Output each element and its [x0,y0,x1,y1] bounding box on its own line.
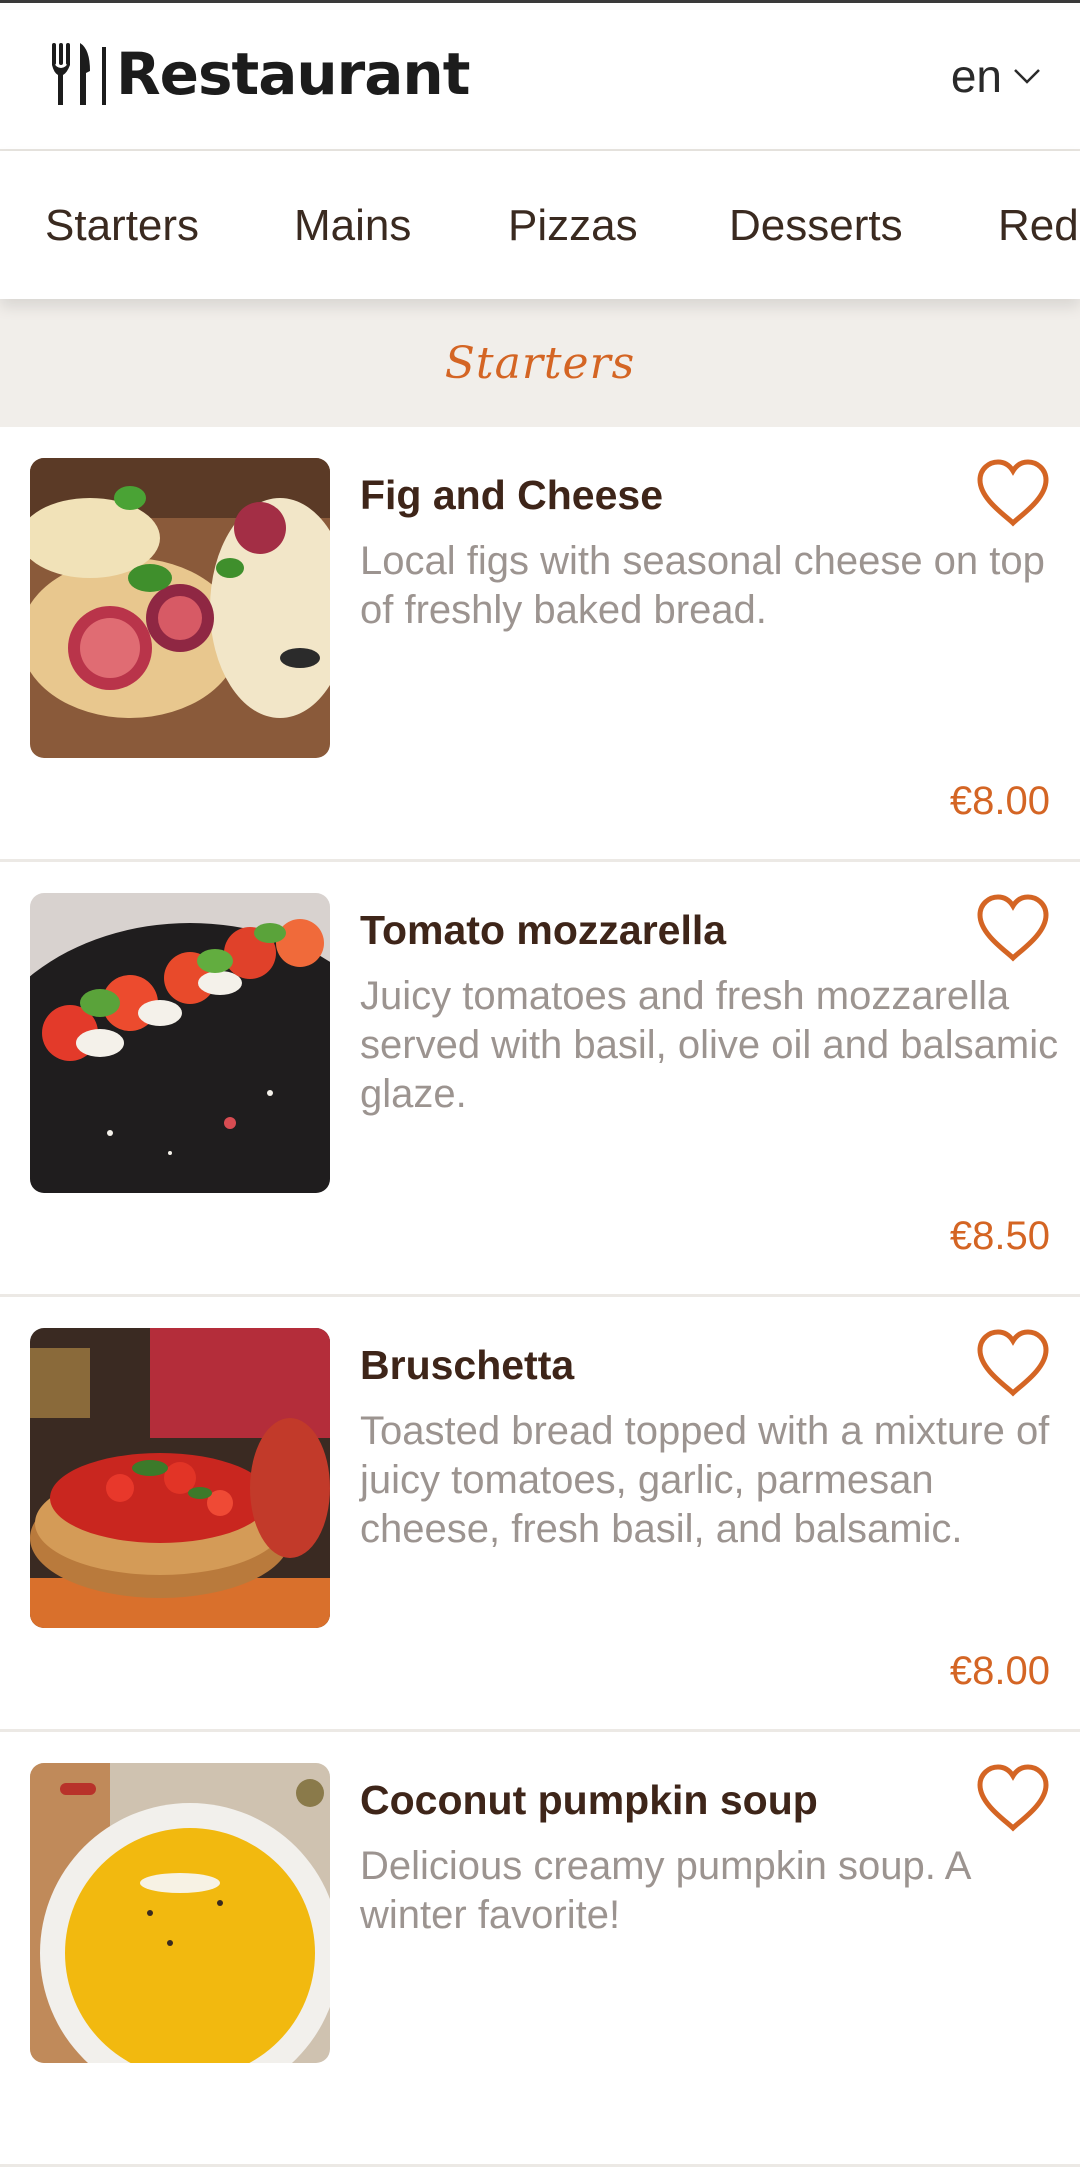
tomato-mozzarella-illustration [30,893,330,1193]
dish-price: €8.00 [949,779,1050,823]
favorite-button[interactable] [976,1329,1050,1397]
favorite-button[interactable] [976,894,1050,962]
tab-red[interactable]: Red [998,151,1079,299]
dish-photo[interactable] [30,1763,330,2063]
category-nav: Starters Mains Pizzas Desserts Red [0,151,1080,299]
app-header: Restaurant en [0,3,1080,151]
brand-name: Restaurant [116,40,470,108]
menu-list: Fig and Cheese Local figs with seasonal … [0,427,1080,2167]
fig-cheese-illustration [30,458,330,758]
dish-name: Fig and Cheese [360,472,664,518]
menu-item[interactable]: Tomato mozzarella Juicy tomatoes and fre… [0,862,1080,1297]
fork-knife-icon [52,43,106,105]
heart-icon [977,894,1049,962]
dish-name: Tomato mozzarella [360,907,727,953]
section-title: Starters [444,337,636,389]
menu-item[interactable]: Bruschetta Toasted bread topped with a m… [0,1297,1080,1732]
dish-name: Bruschetta [360,1342,575,1388]
dish-description: Local figs with seasonal cheese on top o… [360,539,1045,632]
pumpkin-soup-illustration [30,1763,330,2063]
section-header: Starters [0,299,1080,427]
dish-description: Toasted bread topped with a mixture of j… [360,1409,1050,1551]
dish-photo[interactable] [30,458,330,758]
menu-item[interactable]: Fig and Cheese Local figs with seasonal … [0,427,1080,862]
favorite-button[interactable] [976,1764,1050,1832]
language-selector[interactable]: en [951,43,1042,109]
dish-name: Coconut pumpkin soup [360,1777,818,1823]
tab-pizzas[interactable]: Pizzas [508,151,638,299]
chevron-down-icon [1014,69,1040,84]
dish-description: Delicious creamy pumpkin soup. A winter … [360,1844,970,1937]
dish-photo[interactable] [30,893,330,1193]
heart-icon [977,1329,1049,1397]
menu-item[interactable]: Coconut pumpkin soup Delicious creamy pu… [0,1732,1080,2167]
bruschetta-illustration [30,1328,330,1628]
tab-starters[interactable]: Starters [45,151,199,299]
favorite-button[interactable] [976,459,1050,527]
heart-icon [977,1764,1049,1832]
dish-description: Juicy tomatoes and fresh mozzarella serv… [360,974,1059,1116]
brand-logo[interactable]: Restaurant [50,40,470,108]
dish-price: €8.00 [949,1649,1050,1693]
dish-price: €8.50 [949,1214,1050,1258]
dish-photo[interactable] [30,1328,330,1628]
tab-desserts[interactable]: Desserts [729,151,903,299]
language-label: en [950,50,1002,102]
tab-mains[interactable]: Mains [294,151,411,299]
heart-icon [977,459,1049,527]
